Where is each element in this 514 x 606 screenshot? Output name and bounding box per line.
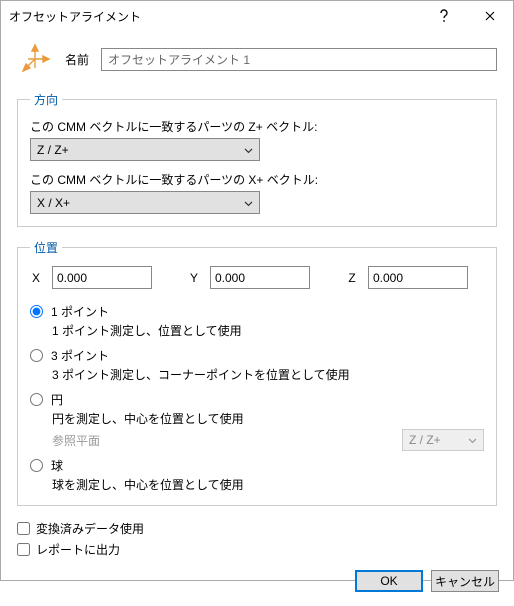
- chevron-down-icon: [468, 438, 477, 444]
- radio-circle-label: 円: [51, 391, 63, 408]
- radio-circle-input[interactable]: [30, 393, 43, 406]
- z-vector-select[interactable]: Z / Z+: [30, 138, 260, 161]
- checkbox-use-converted-label: 変換済みデータ使用: [36, 520, 144, 537]
- y-label: Y: [188, 271, 200, 285]
- desc-circle: 円を測定し、中心を位置として使用: [52, 410, 484, 427]
- option-circle: 円 円を測定し、中心を位置として使用 参照平面 Z / Z+: [30, 391, 484, 451]
- desc-sphere: 球を測定し、中心を位置として使用: [52, 476, 484, 493]
- chevron-down-icon: [244, 147, 253, 153]
- dialog-content: 名前 方向 この CMM ベクトルに一致するパーツの Z+ ベクトル: Z / …: [1, 31, 513, 560]
- chevron-down-icon: [244, 200, 253, 206]
- direction-group: 方向 この CMM ベクトルに一致するパーツの Z+ ベクトル: Z / Z+ …: [17, 91, 497, 227]
- xyz-row: X Y Z: [30, 266, 484, 289]
- x-vector-label: この CMM ベクトルに一致するパーツの X+ ベクトル:: [30, 171, 484, 188]
- x-input[interactable]: [52, 266, 152, 289]
- axes-icon: [17, 41, 53, 77]
- radio-3point-label: 3 ポイント: [51, 347, 109, 364]
- x-vector-select[interactable]: X / X+: [30, 191, 260, 214]
- checkbox-use-converted[interactable]: 変換済みデータ使用: [17, 520, 497, 537]
- position-group: 位置 X Y Z 1 ポイント 1 ポイント測定し、位置として使用 3 ポイント…: [17, 239, 497, 506]
- radio-3point-input[interactable]: [30, 349, 43, 362]
- name-input[interactable]: [101, 48, 497, 71]
- checkbox-to-report-input[interactable]: [17, 543, 30, 556]
- radio-1point[interactable]: 1 ポイント: [30, 303, 484, 320]
- name-row: 名前: [17, 41, 497, 91]
- z-vector-value: Z / Z+: [37, 143, 69, 157]
- option-3point: 3 ポイント 3 ポイント測定し、コーナーポイントを位置として使用: [30, 347, 484, 383]
- y-input[interactable]: [210, 266, 310, 289]
- radio-sphere-label: 球: [51, 457, 63, 474]
- radio-sphere[interactable]: 球: [30, 457, 484, 474]
- direction-legend: 方向: [30, 91, 62, 108]
- position-legend: 位置: [30, 239, 62, 256]
- radio-1point-input[interactable]: [30, 305, 43, 318]
- checkbox-use-converted-input[interactable]: [17, 522, 30, 535]
- x-vector-value: X / X+: [37, 196, 70, 210]
- radio-3point[interactable]: 3 ポイント: [30, 347, 484, 364]
- radio-1point-label: 1 ポイント: [51, 303, 109, 320]
- title-bar: オフセットアライメント: [1, 1, 513, 31]
- checkbox-to-report[interactable]: レポートに出力: [17, 541, 497, 558]
- window-title: オフセットアライメント: [9, 8, 421, 25]
- help-button[interactable]: [421, 1, 467, 31]
- x-label: X: [30, 271, 42, 285]
- ref-plane-select: Z / Z+: [402, 429, 484, 451]
- close-button[interactable]: [467, 1, 513, 31]
- name-label: 名前: [65, 51, 89, 68]
- checkbox-to-report-label: レポートに出力: [36, 541, 120, 558]
- help-icon: [439, 9, 449, 23]
- ok-button[interactable]: OK: [355, 570, 423, 592]
- radio-sphere-input[interactable]: [30, 459, 43, 472]
- desc-1point: 1 ポイント測定し、位置として使用: [52, 322, 484, 339]
- ref-plane-row: 参照平面 Z / Z+: [52, 429, 484, 451]
- option-1point: 1 ポイント 1 ポイント測定し、位置として使用: [30, 303, 484, 339]
- cancel-button[interactable]: キャンセル: [431, 570, 499, 592]
- option-sphere: 球 球を測定し、中心を位置として使用: [30, 457, 484, 493]
- z-label: Z: [346, 271, 358, 285]
- button-row: OK キャンセル: [1, 560, 513, 606]
- radio-circle[interactable]: 円: [30, 391, 484, 408]
- ref-plane-label: 参照平面: [52, 432, 100, 449]
- z-vector-label: この CMM ベクトルに一致するパーツの Z+ ベクトル:: [30, 118, 484, 135]
- close-icon: [485, 11, 495, 21]
- desc-3point: 3 ポイント測定し、コーナーポイントを位置として使用: [52, 366, 484, 383]
- ref-plane-value: Z / Z+: [409, 433, 441, 447]
- z-input[interactable]: [368, 266, 468, 289]
